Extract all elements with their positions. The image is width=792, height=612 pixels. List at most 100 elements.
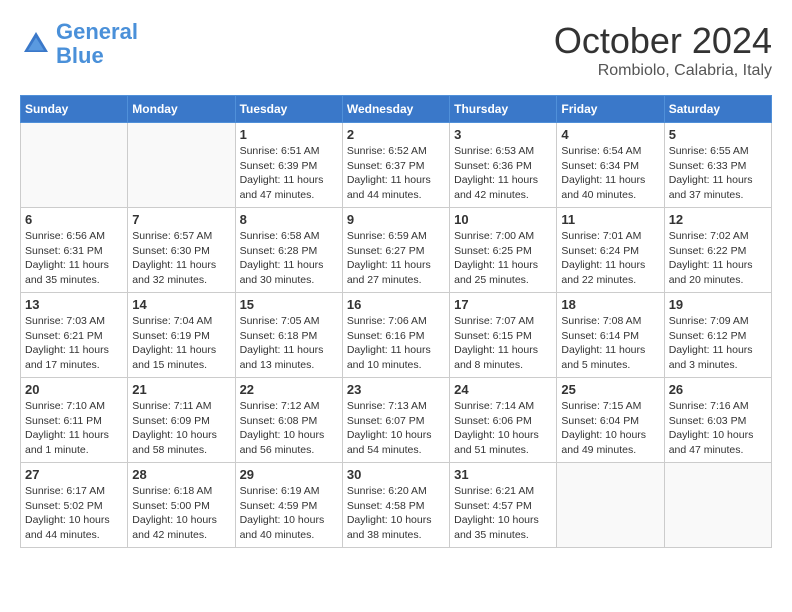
day-info: Sunrise: 6:19 AM Sunset: 4:59 PM Dayligh… xyxy=(240,484,338,543)
calendar-cell: 30 Sunrise: 6:20 AM Sunset: 4:58 PM Dayli… xyxy=(342,463,449,548)
calendar-cell: 14 Sunrise: 7:04 AM Sunset: 6:19 PM Dayli… xyxy=(128,293,235,378)
day-number: 30 xyxy=(347,467,445,482)
calendar-cell: 31 Sunrise: 6:21 AM Sunset: 4:57 PM Dayli… xyxy=(450,463,557,548)
day-info: Sunrise: 7:03 AM Sunset: 6:21 PM Dayligh… xyxy=(25,314,123,373)
day-number: 12 xyxy=(669,212,767,227)
calendar-cell: 7Sunrise: 6:57 AM Sunset: 6:30 PM Daylig… xyxy=(128,208,235,293)
calendar-cell: 18 Sunrise: 7:08 AM Sunset: 6:14 PM Dayli… xyxy=(557,293,664,378)
weekday-header-saturday: Saturday xyxy=(664,96,771,123)
day-number: 23 xyxy=(347,382,445,397)
day-number: 18 xyxy=(561,297,659,312)
day-number: 24 xyxy=(454,382,552,397)
day-info: Sunrise: 7:00 AM Sunset: 6:25 PM Dayligh… xyxy=(454,229,552,288)
day-number: 13 xyxy=(25,297,123,312)
day-info: Sunrise: 7:05 AM Sunset: 6:18 PM Dayligh… xyxy=(240,314,338,373)
weekday-header-wednesday: Wednesday xyxy=(342,96,449,123)
day-number: 29 xyxy=(240,467,338,482)
calendar-cell: 25 Sunrise: 7:15 AM Sunset: 6:04 PM Dayli… xyxy=(557,378,664,463)
weekday-header-friday: Friday xyxy=(557,96,664,123)
day-info: Sunrise: 6:21 AM Sunset: 4:57 PM Dayligh… xyxy=(454,484,552,543)
day-number: 10 xyxy=(454,212,552,227)
calendar-cell: 10 Sunrise: 7:00 AM Sunset: 6:25 PM Dayli… xyxy=(450,208,557,293)
calendar-body: 1 Sunrise: 6:51 AM Sunset: 6:39 PM Daylig… xyxy=(21,123,772,548)
day-info: Sunrise: 7:02 AM Sunset: 6:22 PM Dayligh… xyxy=(669,229,767,288)
calendar-cell: 27 Sunrise: 6:17 AM Sunset: 5:02 PM Dayli… xyxy=(21,463,128,548)
calendar-cell: 16 Sunrise: 7:06 AM Sunset: 6:16 PM Dayli… xyxy=(342,293,449,378)
calendar-cell: 26Sunrise: 7:16 AM Sunset: 6:03 PM Dayli… xyxy=(664,378,771,463)
logo-text: General Blue xyxy=(56,20,138,68)
day-number: 17 xyxy=(454,297,552,312)
logo-line2: Blue xyxy=(56,43,104,68)
calendar-cell xyxy=(557,463,664,548)
calendar-cell: 29 Sunrise: 6:19 AM Sunset: 4:59 PM Dayli… xyxy=(235,463,342,548)
calendar-cell: 17 Sunrise: 7:07 AM Sunset: 6:15 PM Dayli… xyxy=(450,293,557,378)
calendar-cell: 13 Sunrise: 7:03 AM Sunset: 6:21 PM Dayli… xyxy=(21,293,128,378)
calendar-week-4: 20 Sunrise: 7:10 AM Sunset: 6:11 PM Dayli… xyxy=(21,378,772,463)
title-block: October 2024 Rombiolo, Calabria, Italy xyxy=(554,20,772,80)
day-number: 9 xyxy=(347,212,445,227)
day-number: 31 xyxy=(454,467,552,482)
day-number: 25 xyxy=(561,382,659,397)
day-number: 16 xyxy=(347,297,445,312)
day-info: Sunrise: 7:08 AM Sunset: 6:14 PM Dayligh… xyxy=(561,314,659,373)
day-info: Sunrise: 7:09 AM Sunset: 6:12 PM Dayligh… xyxy=(669,314,767,373)
day-info: Sunrise: 6:56 AM Sunset: 6:31 PM Dayligh… xyxy=(25,229,123,288)
calendar-cell: 12 Sunrise: 7:02 AM Sunset: 6:22 PM Dayli… xyxy=(664,208,771,293)
day-number: 7 xyxy=(132,212,230,227)
day-info: Sunrise: 6:51 AM Sunset: 6:39 PM Dayligh… xyxy=(240,144,338,203)
logo-line1: General xyxy=(56,19,138,44)
day-info: Sunrise: 6:59 AM Sunset: 6:27 PM Dayligh… xyxy=(347,229,445,288)
day-number: 11 xyxy=(561,212,659,227)
weekday-header-monday: Monday xyxy=(128,96,235,123)
day-number: 28 xyxy=(132,467,230,482)
calendar-cell: 22Sunrise: 7:12 AM Sunset: 6:08 PM Dayli… xyxy=(235,378,342,463)
calendar-cell: 5Sunrise: 6:55 AM Sunset: 6:33 PM Daylig… xyxy=(664,123,771,208)
calendar-week-5: 27 Sunrise: 6:17 AM Sunset: 5:02 PM Dayli… xyxy=(21,463,772,548)
day-number: 20 xyxy=(25,382,123,397)
day-info: Sunrise: 6:20 AM Sunset: 4:58 PM Dayligh… xyxy=(347,484,445,543)
location: Rombiolo, Calabria, Italy xyxy=(554,62,772,80)
calendar-week-1: 1 Sunrise: 6:51 AM Sunset: 6:39 PM Daylig… xyxy=(21,123,772,208)
calendar-week-2: 6Sunrise: 6:56 AM Sunset: 6:31 PM Daylig… xyxy=(21,208,772,293)
day-number: 19 xyxy=(669,297,767,312)
calendar-cell: 23 Sunrise: 7:13 AM Sunset: 6:07 PM Dayli… xyxy=(342,378,449,463)
day-number: 14 xyxy=(132,297,230,312)
day-number: 26 xyxy=(669,382,767,397)
calendar-cell: 24 Sunrise: 7:14 AM Sunset: 6:06 PM Dayli… xyxy=(450,378,557,463)
day-number: 4 xyxy=(561,127,659,142)
day-info: Sunrise: 7:13 AM Sunset: 6:07 PM Dayligh… xyxy=(347,399,445,458)
day-info: Sunrise: 7:11 AM Sunset: 6:09 PM Dayligh… xyxy=(132,399,230,458)
calendar-cell: 28 Sunrise: 6:18 AM Sunset: 5:00 PM Dayli… xyxy=(128,463,235,548)
day-info: Sunrise: 7:10 AM Sunset: 6:11 PM Dayligh… xyxy=(25,399,123,458)
calendar-cell: 2 Sunrise: 6:52 AM Sunset: 6:37 PM Daylig… xyxy=(342,123,449,208)
day-info: Sunrise: 7:14 AM Sunset: 6:06 PM Dayligh… xyxy=(454,399,552,458)
day-number: 2 xyxy=(347,127,445,142)
calendar-cell: 11 Sunrise: 7:01 AM Sunset: 6:24 PM Dayli… xyxy=(557,208,664,293)
day-number: 27 xyxy=(25,467,123,482)
calendar-cell: 15Sunrise: 7:05 AM Sunset: 6:18 PM Dayli… xyxy=(235,293,342,378)
weekday-header-tuesday: Tuesday xyxy=(235,96,342,123)
day-info: Sunrise: 7:01 AM Sunset: 6:24 PM Dayligh… xyxy=(561,229,659,288)
day-number: 1 xyxy=(240,127,338,142)
day-info: Sunrise: 6:18 AM Sunset: 5:00 PM Dayligh… xyxy=(132,484,230,543)
day-info: Sunrise: 6:58 AM Sunset: 6:28 PM Dayligh… xyxy=(240,229,338,288)
weekday-header-sunday: Sunday xyxy=(21,96,128,123)
calendar-cell: 1 Sunrise: 6:51 AM Sunset: 6:39 PM Daylig… xyxy=(235,123,342,208)
day-info: Sunrise: 7:04 AM Sunset: 6:19 PM Dayligh… xyxy=(132,314,230,373)
day-info: Sunrise: 6:52 AM Sunset: 6:37 PM Dayligh… xyxy=(347,144,445,203)
logo-icon xyxy=(20,28,52,60)
logo: General Blue xyxy=(20,20,138,68)
calendar-cell: 9 Sunrise: 6:59 AM Sunset: 6:27 PM Daylig… xyxy=(342,208,449,293)
day-number: 22 xyxy=(240,382,338,397)
calendar-cell xyxy=(128,123,235,208)
day-number: 8 xyxy=(240,212,338,227)
day-info: Sunrise: 6:17 AM Sunset: 5:02 PM Dayligh… xyxy=(25,484,123,543)
day-number: 21 xyxy=(132,382,230,397)
calendar-cell xyxy=(664,463,771,548)
day-info: Sunrise: 7:06 AM Sunset: 6:16 PM Dayligh… xyxy=(347,314,445,373)
calendar-table: SundayMondayTuesdayWednesdayThursdayFrid… xyxy=(20,95,772,548)
calendar-cell: 20 Sunrise: 7:10 AM Sunset: 6:11 PM Dayli… xyxy=(21,378,128,463)
day-info: Sunrise: 7:15 AM Sunset: 6:04 PM Dayligh… xyxy=(561,399,659,458)
day-info: Sunrise: 6:53 AM Sunset: 6:36 PM Dayligh… xyxy=(454,144,552,203)
day-info: Sunrise: 7:07 AM Sunset: 6:15 PM Dayligh… xyxy=(454,314,552,373)
